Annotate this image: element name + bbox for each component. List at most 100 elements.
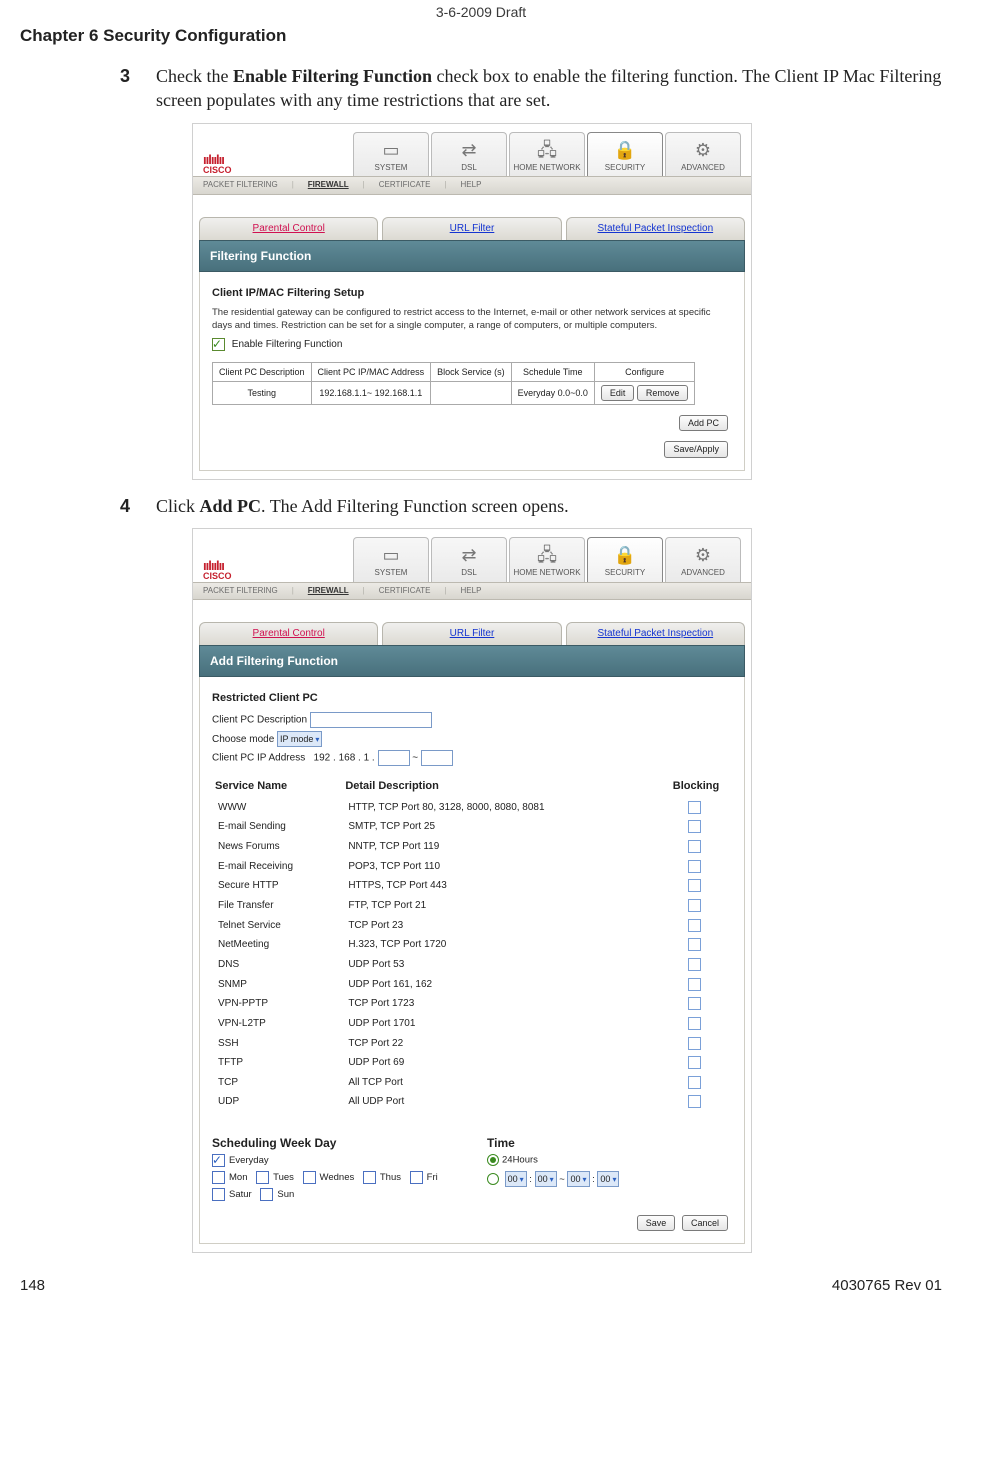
cancel-button[interactable]: Cancel	[682, 1215, 728, 1231]
thu-checkbox[interactable]	[363, 1171, 376, 1184]
mon-checkbox[interactable]	[212, 1171, 225, 1184]
th-service-name: Service Name	[214, 778, 342, 797]
edit-button[interactable]: Edit	[601, 385, 635, 401]
everyday-checkbox[interactable]	[212, 1154, 225, 1167]
add-pc-button[interactable]: Add PC	[679, 415, 728, 431]
service-row: File TransferFTP, TCP Port 21	[214, 897, 730, 915]
blocking-checkbox[interactable]	[688, 997, 701, 1010]
choose-mode-select[interactable]: IP mode▾	[277, 731, 322, 747]
blocking-checkbox[interactable]	[688, 820, 701, 833]
th-schedule: Schedule Time	[511, 362, 594, 381]
service-row: E-mail SendingSMTP, TCP Port 25	[214, 818, 730, 836]
cisco-logo: ıılıılıı CISCO	[203, 156, 273, 176]
panel-title-filtering: Filtering Function	[199, 240, 745, 272]
service-row: VPN-L2TPUDP Port 1701	[214, 1015, 730, 1033]
blocking-checkbox[interactable]	[688, 958, 701, 971]
step-3: 3 Check the Enable Filtering Function ch…	[120, 64, 942, 480]
draft-date: 3-6-2009 Draft	[20, 4, 942, 20]
service-row: DNSUDP Port 53	[214, 956, 730, 974]
time-end-hh[interactable]: 00▾	[567, 1171, 589, 1187]
service-row: E-mail ReceivingPOP3, TCP Port 110	[214, 858, 730, 876]
service-row: UDPAll UDP Port	[214, 1093, 730, 1111]
subnav-firewall[interactable]: FIREWALL	[308, 180, 349, 191]
filtering-description: The residential gateway can be configure…	[212, 307, 732, 333]
router-icon: ▭	[354, 137, 428, 163]
gear-icon: ⚙	[666, 542, 740, 568]
blocking-checkbox[interactable]	[688, 1037, 701, 1050]
blocking-checkbox[interactable]	[688, 1056, 701, 1069]
nav-advanced[interactable]: ⚙ADVANCED	[665, 537, 741, 582]
th-block-service: Block Service (s)	[431, 362, 512, 381]
nav-security[interactable]: 🔒SECURITY	[587, 132, 663, 177]
sub-nav: PACKET FILTERING| FIREWALL| CERTIFICATE|…	[193, 176, 751, 195]
time-start-hh[interactable]: 00▾	[505, 1171, 527, 1187]
nav-system[interactable]: ▭SYSTEM	[353, 132, 429, 177]
blocking-checkbox[interactable]	[688, 801, 701, 814]
time-start-mm[interactable]: 00▾	[535, 1171, 557, 1187]
nav-dsl[interactable]: ⇄DSL	[431, 537, 507, 582]
enable-filtering-label: Enable Filtering Function	[232, 339, 343, 350]
client-pc-desc-input[interactable]	[310, 712, 432, 728]
subnav-packet-filtering[interactable]: PACKET FILTERING	[203, 180, 278, 191]
ip-start-input[interactable]	[378, 750, 410, 766]
section-client-ip-mac: Client IP/MAC Filtering Setup	[212, 286, 732, 301]
blocking-checkbox[interactable]	[688, 1076, 701, 1089]
service-row: Secure HTTPHTTPS, TCP Port 443	[214, 877, 730, 895]
th-client-desc: Client PC Description	[213, 362, 312, 381]
subnav-packet-filtering[interactable]: PACKET FILTERING	[203, 586, 278, 597]
blocking-checkbox[interactable]	[688, 1017, 701, 1030]
remove-button[interactable]: Remove	[637, 385, 689, 401]
blocking-checkbox[interactable]	[688, 860, 701, 873]
lock-icon: 🔒	[588, 137, 662, 163]
enable-filtering-row: Enable Filtering Function	[212, 338, 732, 352]
save-button[interactable]: Save	[637, 1215, 676, 1231]
blocking-checkbox[interactable]	[688, 1095, 701, 1108]
fri-checkbox[interactable]	[410, 1171, 423, 1184]
service-row: News ForumsNNTP, TCP Port 119	[214, 838, 730, 856]
screenshot-filtering-function: ıılıılıı CISCO ▭SYSTEM ⇄DSL 🖧HOME NETWOR…	[192, 123, 752, 480]
time-end-mm[interactable]: 00▾	[597, 1171, 619, 1187]
blocking-checkbox[interactable]	[688, 899, 701, 912]
network-icon: 🖧	[510, 542, 584, 568]
blocking-checkbox[interactable]	[688, 879, 701, 892]
sub-nav: PACKET FILTERING| FIREWALL| CERTIFICATE|…	[193, 582, 751, 601]
tab-parental-control[interactable]: Parental Control	[199, 622, 378, 645]
wed-checkbox[interactable]	[303, 1171, 316, 1184]
service-row: NetMeetingH.323, TCP Port 1720	[214, 936, 730, 954]
24hours-radio[interactable]	[487, 1154, 499, 1166]
blocking-checkbox[interactable]	[688, 978, 701, 991]
tue-checkbox[interactable]	[256, 1171, 269, 1184]
time-range-radio[interactable]	[487, 1173, 499, 1185]
blocking-checkbox[interactable]	[688, 938, 701, 951]
nav-advanced[interactable]: ⚙ADVANCED	[665, 132, 741, 177]
subnav-help[interactable]: HELP	[461, 586, 482, 597]
tab-parental-control[interactable]: Parental Control	[199, 217, 378, 240]
tab-spi[interactable]: Stateful Packet Inspection	[566, 622, 745, 645]
nav-dsl[interactable]: ⇄DSL	[431, 132, 507, 177]
restricted-client-header: Restricted Client PC	[212, 691, 732, 706]
tab-url-filter[interactable]: URL Filter	[382, 622, 561, 645]
tab-url-filter[interactable]: URL Filter	[382, 217, 561, 240]
filtering-table: Client PC Description Client PC IP/MAC A…	[212, 362, 695, 405]
subnav-certificate[interactable]: CERTIFICATE	[379, 586, 431, 597]
time-header: Time	[487, 1135, 732, 1151]
nav-system[interactable]: ▭SYSTEM	[353, 537, 429, 582]
blocking-checkbox[interactable]	[688, 919, 701, 932]
nav-security[interactable]: 🔒SECURITY	[587, 537, 663, 582]
service-row: WWWHTTP, TCP Port 80, 3128, 8000, 8080, …	[214, 799, 730, 817]
chapter-title: Chapter 6 Security Configuration	[20, 26, 942, 46]
tab-spi[interactable]: Stateful Packet Inspection	[566, 217, 745, 240]
ip-end-input[interactable]	[421, 750, 453, 766]
subnav-help[interactable]: HELP	[461, 180, 482, 191]
sat-checkbox[interactable]	[212, 1188, 225, 1201]
subnav-firewall[interactable]: FIREWALL	[308, 586, 349, 597]
nav-home-network[interactable]: 🖧HOME NETWORK	[509, 132, 585, 177]
th-configure: Configure	[594, 362, 695, 381]
service-row: Telnet ServiceTCP Port 23	[214, 917, 730, 935]
blocking-checkbox[interactable]	[688, 840, 701, 853]
save-apply-button[interactable]: Save/Apply	[664, 441, 728, 457]
enable-filtering-checkbox[interactable]	[212, 338, 225, 351]
nav-home-network[interactable]: 🖧HOME NETWORK	[509, 537, 585, 582]
subnav-certificate[interactable]: CERTIFICATE	[379, 180, 431, 191]
sun-checkbox[interactable]	[260, 1188, 273, 1201]
